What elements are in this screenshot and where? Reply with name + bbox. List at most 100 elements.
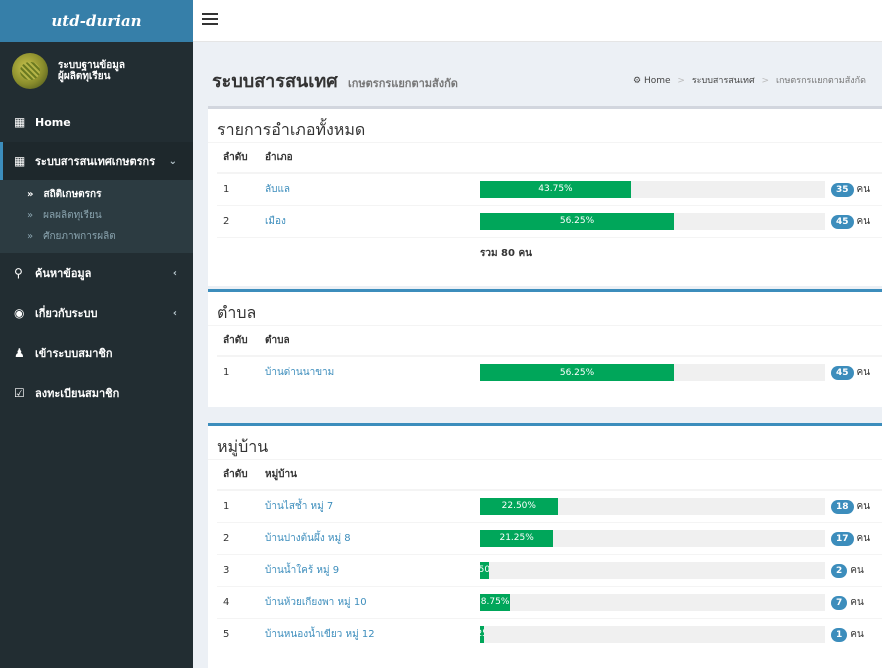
row-order: 2 — [217, 204, 259, 237]
logo-text: utd-durian — [51, 12, 142, 30]
district-box-title: รายการอำเภอทั้งหมด — [208, 109, 882, 143]
row-name-link[interactable]: บ้านหนองน้ำเขียว หมู่ 12 — [259, 617, 474, 650]
count-cell: 18 คน — [825, 489, 882, 522]
breadcrumb-home[interactable]: Home — [644, 76, 671, 86]
chevron-down-icon: ⌄ — [168, 155, 177, 167]
column-header-order: ลำดับ — [217, 326, 259, 357]
top-navbar — [193, 0, 882, 42]
count-cell: 17 คน — [825, 521, 882, 554]
breadcrumb-separator: > — [677, 76, 685, 86]
double-chevron-right-icon: » — [27, 189, 34, 200]
sidebar-item-login[interactable]: ♟ เข้าระบบสมาชิก — [0, 333, 193, 373]
grid-icon: ▦ — [14, 115, 26, 129]
count-badge: 45 — [831, 214, 854, 229]
progress-cell: 56.25% — [474, 355, 825, 388]
chevron-left-icon: ‹ — [172, 307, 177, 319]
page-title-text: ระบบสารสนเทศ — [212, 71, 338, 92]
progress-bar: 43.75% — [480, 180, 631, 198]
progress-cell: 8.75% — [474, 585, 825, 618]
table-row: 3บ้านน้ำใคร้ หมู่ 9 2.50% 2คน — [217, 553, 882, 586]
unit-label: คน — [856, 183, 871, 195]
village-table: ลำดับ หมู่บ้าน 1 บ้านไสช้ำ หมู่ 7 22.50% 18… — [217, 460, 882, 650]
progress-track: 56.25% — [480, 212, 825, 230]
progress-track: 21.25% — [480, 529, 825, 547]
table-row: 4 บ้านห้วยเกียงพา หมู่ 10 8.75% 7 คน — [217, 585, 882, 618]
sidebar-item-label: เกี่ยวกับระบบ — [35, 307, 98, 320]
sidebar-item-info-system[interactable]: ▦ ระบบสารสนเทศเกษตรกร ⌄ — [0, 142, 193, 180]
row-name-link[interactable]: บ้านน้ำใคร้ หมู่ 9 — [259, 553, 474, 586]
row-name-link[interactable]: บ้านไสช้ำ หมู่ 7 — [259, 489, 474, 522]
progress-bar: 21.25% — [480, 529, 554, 547]
search-icon: ⚲ — [14, 266, 23, 280]
table-row: 2 บ้านปางต้นผึ้ง หมู่ 8 21.25% 17 คน — [217, 521, 882, 554]
submenu-item-durian-output[interactable]: » ผลผลิตทุเรียน — [0, 205, 193, 226]
progress-cell: 1.25% — [474, 617, 825, 650]
menu-toggle-icon[interactable] — [202, 13, 218, 26]
sidebar-item-register[interactable]: ☑ ลงทะเบียนสมาชิก — [0, 373, 193, 413]
column-header-district: อำเภอ — [259, 143, 474, 174]
globe-icon: ◉ — [14, 306, 25, 320]
logo[interactable]: utd-durian — [0, 0, 193, 42]
table-row: 5บ้านหนองน้ำเขียว หมู่ 12 1.25% 1คน — [217, 617, 882, 650]
total-row: รวม 80 คน — [217, 236, 882, 269]
table-row: 2 เมือง 56.25% 45 คน — [217, 204, 882, 237]
progress-track: 2.50% — [480, 561, 825, 579]
subdistrict-box-title: ตำบล — [208, 292, 882, 326]
count-badge: 35 — [831, 182, 854, 197]
column-header-order: ลำดับ — [217, 460, 259, 491]
count-cell: 7 คน — [825, 585, 882, 618]
table-row: 1 บ้านไสช้ำ หมู่ 7 22.50% 18 คน — [217, 489, 882, 522]
progress-bar: 56.25% — [480, 364, 675, 381]
row-name-link[interactable]: บ้านด่านนาขาม — [259, 355, 474, 388]
count-badge: 1 — [831, 627, 848, 642]
progress-bar: 2.50% — [480, 561, 489, 579]
progress-track: 8.75% — [480, 593, 825, 611]
sidebar-item-search[interactable]: ⚲ ค้นหาข้อมูล ‹ — [0, 253, 193, 293]
district-box-body: ลำดับ อำเภอ 1 ลับแล 43.75% 35 คน 2 เมือง 56.25%… — [208, 143, 882, 269]
windows-icon: ▦ — [14, 154, 26, 168]
progress-track: 1.25% — [480, 625, 825, 643]
chevron-left-icon: ‹ — [172, 267, 177, 279]
unit-label: คน — [856, 500, 871, 512]
row-name-link[interactable]: เมือง — [259, 204, 474, 237]
count-cell: 2 คน — [825, 553, 882, 586]
sidebar-item-label: Home — [35, 115, 71, 129]
progress-track: 22.50% — [480, 497, 825, 515]
breadcrumb-info-system[interactable]: ระบบสารสนเทศ — [692, 76, 755, 86]
row-order: 4 — [217, 585, 259, 618]
progress-cell: 21.25% — [474, 521, 825, 554]
avatar — [12, 53, 48, 89]
district-box: รายการอำเภอทั้งหมด ลำดับ อำเภอ 1 ลับแล 43.… — [208, 106, 882, 286]
user-panel: ระบบฐานข้อมูล ผู้ผลิตทุเรียน — [0, 42, 193, 100]
user-icon: ♟ — [14, 346, 25, 360]
count-cell: 45 คน — [825, 204, 882, 237]
progress-track: 43.75% — [480, 180, 825, 198]
row-name-link[interactable]: ลับแล — [259, 172, 474, 205]
double-chevron-right-icon: » — [27, 231, 34, 242]
progress-bar: 22.50% — [480, 497, 558, 515]
count-badge: 18 — [831, 499, 854, 514]
subdistrict-table: ลำดับ ตำบล 1 บ้านด่านนาขาม 56.25% 45 คน — [217, 326, 882, 388]
unit-label: คน — [856, 215, 871, 227]
row-name-link[interactable]: บ้านห้วยเกียงพา หมู่ 10 — [259, 585, 474, 618]
dashboard-icon: ⚙ — [633, 76, 642, 86]
sidebar-item-about[interactable]: ◉ เกี่ยวกับระบบ ‹ — [0, 293, 193, 333]
unit-label: คน — [850, 596, 864, 608]
village-box-title: หมู่บ้าน — [208, 426, 882, 460]
unit-label: คน — [850, 628, 864, 640]
page-title: ระบบสารสนเทศ เกษตรกรแยกตามสังกัด — [212, 66, 458, 95]
table-row: 1 ลับแล 43.75% 35 คน — [217, 172, 882, 205]
progress-track: 56.25% — [480, 364, 825, 381]
sidebar-submenu: » สถิติเกษตรกร » ผลผลิตทุเรียน » ศักยภาพ… — [0, 180, 193, 253]
row-order: 2 — [217, 521, 259, 554]
unit-label: คน — [856, 367, 871, 378]
count-badge: 2 — [831, 563, 848, 578]
row-name-link[interactable]: บ้านปางต้นผึ้ง หมู่ 8 — [259, 521, 474, 554]
sidebar-item-home[interactable]: ▦ Home — [0, 102, 193, 142]
sidebar-menu: ▦ Home ▦ ระบบสารสนเทศเกษตรกร ⌄ » สถิติเก… — [0, 102, 193, 413]
submenu-item-farmer-stats[interactable]: » สถิติเกษตรกร — [0, 184, 193, 205]
progress-cell: 43.75% — [474, 172, 825, 205]
submenu-item-production-potential[interactable]: » ศักยภาพการผลิต — [0, 226, 193, 247]
submenu-item-label: ศักยภาพการผลิต — [43, 231, 116, 242]
column-header-village: หมู่บ้าน — [259, 460, 474, 491]
